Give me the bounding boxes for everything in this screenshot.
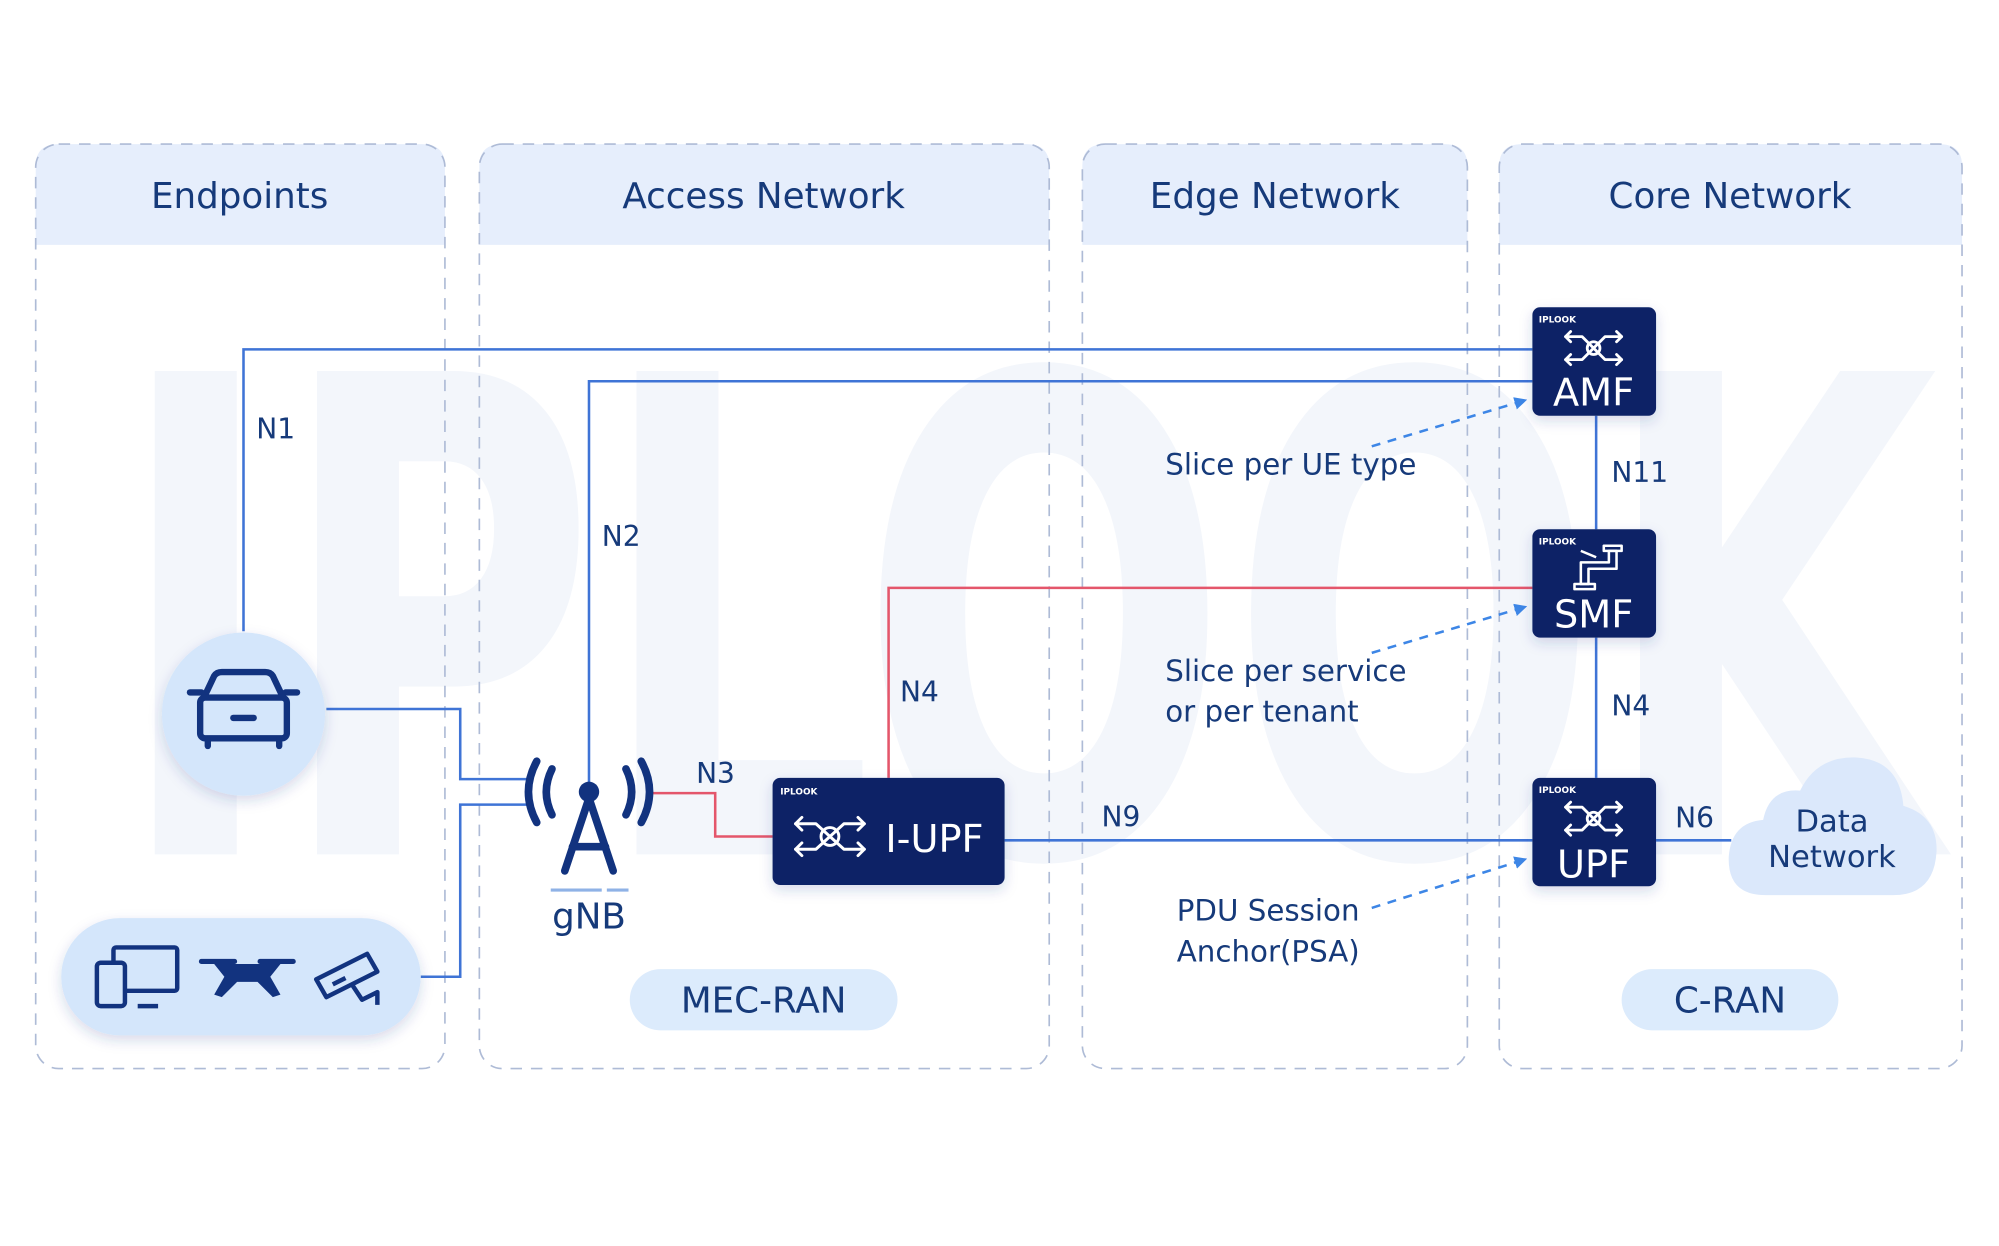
badge-c-ran: C-RAN [1621,969,1839,1031]
interface-label-n1: N1 [256,413,295,446]
annotation-psa-line1: PDU Session [1177,894,1360,928]
smf-label: SMF [1554,592,1633,637]
i-upf-brand: IPLOOK [780,787,818,797]
upf-label: UPF [1557,842,1630,887]
interface-label-n11: N11 [1611,456,1668,489]
watermark-text: IPLOOK [115,240,1954,1011]
badge-c-ran-label: C-RAN [1674,980,1786,1021]
interface-label-n3: N3 [696,757,735,790]
column-title-endpoints: Endpoints [151,176,328,217]
annotation-slice-ue: Slice per UE type [1165,447,1416,481]
car-bubble [161,632,326,796]
interface-label-n2: N2 [602,520,641,553]
endpoint-devices[interactable] [61,918,421,1036]
annotation-psa-line2: Anchor(PSA) [1177,934,1360,968]
interface-label-n4-core: N4 [1611,689,1650,722]
column-title-core-network: Core Network [1609,176,1852,217]
annotation-slice-service-line1: Slice per service [1165,654,1406,688]
interface-label-n4-edge: N4 [900,675,939,708]
interface-label-n9: N9 [1101,800,1140,833]
node-upf[interactable]: IPLOOK UPF [1532,777,1657,887]
diagram-canvas: IPLOOK Endpoints Access Network Edge Net… [34,143,1963,1070]
data-network-line2: Network [1768,840,1896,875]
interface-label-n6: N6 [1675,802,1714,835]
column-title-edge-network: Edge Network [1150,176,1400,217]
upf-brand: IPLOOK [1539,786,1577,796]
annotation-slice-service-line2: or per tenant [1165,695,1358,729]
badge-mec-ran-label: MEC-RAN [681,980,847,1021]
amf-label: AMF [1553,370,1634,415]
network-diagram: IPLOOK Endpoints Access Network Edge Net… [0,0,1999,1242]
amf-brand: IPLOOK [1539,316,1577,326]
column-title-access-network: Access Network [622,176,905,217]
watermark: IPLOOK [115,240,1954,1011]
data-network-line1: Data [1795,804,1868,839]
node-amf[interactable]: IPLOOK AMF [1532,307,1657,416]
smf-brand: IPLOOK [1539,537,1577,547]
i-upf-label: I-UPF [885,817,983,862]
node-i-upf[interactable]: IPLOOK I-UPF [772,777,1005,885]
endpoint-car[interactable] [161,632,326,796]
node-smf[interactable]: IPLOOK SMF [1532,529,1657,638]
badge-mec-ran: MEC-RAN [629,969,898,1031]
gnb-label: gNB [552,896,626,937]
